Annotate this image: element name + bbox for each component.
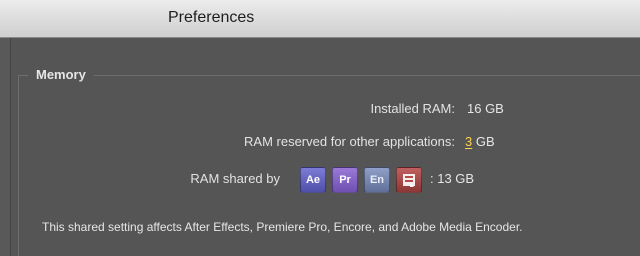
installed-ram-value: 16 GB	[467, 101, 504, 116]
ram-reserved-label: RAM reserved for other applications:	[244, 134, 455, 149]
shared-setting-note: This shared setting affects After Effect…	[42, 220, 523, 234]
title-bar: Preferences	[0, 0, 640, 38]
ram-shared-value: : 13 GB	[430, 171, 475, 186]
memory-group-border-top	[18, 75, 640, 76]
ram-reserved-field[interactable]: 3 GB	[465, 134, 495, 149]
after-effects-icon: Ae	[300, 167, 326, 193]
memory-group-border-left	[18, 75, 19, 256]
memory-group-label: Memory	[28, 67, 94, 82]
ram-reserved-value[interactable]: 3	[465, 134, 472, 149]
ram-reserved-unit: GB	[475, 134, 495, 149]
adobe-media-encoder-icon	[396, 167, 422, 193]
media-encoder-glyph	[403, 174, 415, 187]
ram-shared-label: RAM shared by	[190, 171, 280, 186]
installed-ram-label: Installed RAM:	[370, 101, 455, 116]
window-title: Preferences	[168, 9, 255, 26]
encore-icon: En	[364, 167, 390, 193]
ram-shared-apps: Ae Pr En	[300, 167, 422, 193]
premiere-pro-icon: Pr	[332, 167, 358, 193]
